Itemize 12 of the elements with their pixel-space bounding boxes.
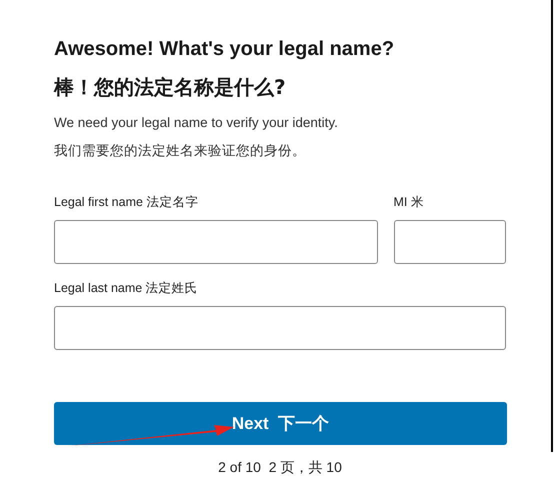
description: 我们需要您的法定姓名来验证您的身份。 [54, 142, 307, 160]
pagination: 2 of 10 2 页，共 10 [218, 458, 342, 477]
heading: 棒！您的法定名称是什么? [54, 74, 287, 100]
description: We need your legal name to verify your identity. [54, 114, 339, 132]
next-button[interactable]: Next 下一个 [54, 402, 507, 445]
input-field[interactable] [394, 220, 506, 264]
heading: Awesome! What's your legal name? [54, 37, 396, 62]
input-field[interactable] [54, 220, 378, 264]
field-label: MI 米 [394, 194, 425, 210]
field-label: Legal first name 法定名字 [54, 194, 200, 210]
input-field[interactable] [54, 306, 506, 350]
field-label: Legal last name 法定姓氏 [54, 280, 199, 296]
